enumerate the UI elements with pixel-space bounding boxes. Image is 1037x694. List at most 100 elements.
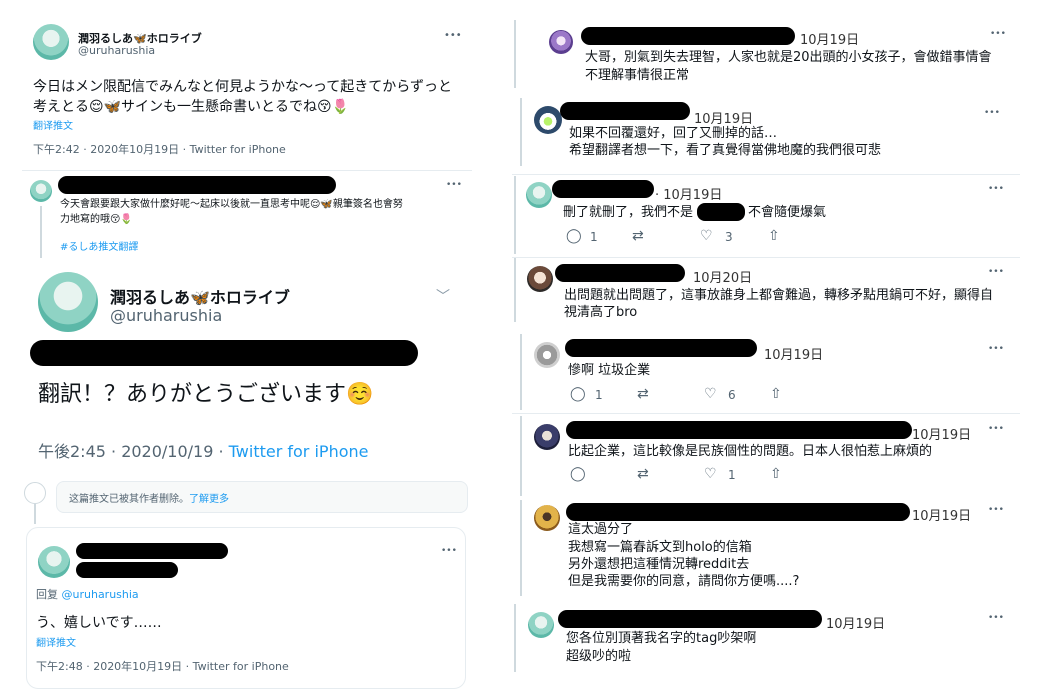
avatar[interactable] [534,424,560,450]
reply-count: 1 [590,230,598,244]
comment-date[interactable]: 10月19日 [912,505,971,524]
more-options-icon[interactable]: ••• [988,424,1004,434]
like-icon[interactable]: ♡ [700,228,713,244]
comment-date[interactable]: 10月20日 [693,267,752,286]
thread-line [514,20,516,88]
retweet-icon[interactable]: ⇄ [637,466,649,482]
redacted-name [76,543,228,559]
comment-text: 您各位別頂著我名字的tag吵架啊 [566,631,757,646]
reply-count: 1 [595,388,603,402]
redacted-name [555,264,685,282]
avatar[interactable] [549,30,573,54]
avatar[interactable] [528,612,554,638]
thread-line [514,258,516,322]
redacted-name [58,176,336,194]
like-count: 6 [728,388,736,402]
deleted-notice-text: 这篇推文已被其作者删除。 [69,494,189,505]
more-options-icon[interactable]: ••• [984,108,1000,118]
tweet-time: 午後2:45 · 2020/10/19 · [38,442,229,461]
divider [512,257,1020,258]
like-icon[interactable]: ♡ [704,386,717,402]
redacted-name [565,339,757,357]
avatar[interactable] [534,342,560,368]
chevron-down-icon[interactable]: ﹀ [436,286,450,306]
comment-date[interactable]: 10月19日 [800,29,859,48]
divider [22,170,472,171]
hashtag-link[interactable]: #るしあ推文翻譯 [60,238,138,253]
reply-icon[interactable]: ◯ [570,466,586,482]
display-name[interactable]: 潤羽るしあ🦋ホロライブ [110,284,290,308]
comment-date[interactable]: 10月19日 [764,344,823,363]
thread-line [520,416,522,496]
mention-link[interactable]: @uruharushia [62,588,139,601]
like-count: 1 [728,468,736,482]
retweet-icon[interactable]: ⇄ [637,386,649,402]
more-options-icon[interactable]: ••• [988,184,1004,194]
more-options-icon[interactable]: ••• [988,267,1004,277]
more-options-icon[interactable]: ••• [444,30,462,41]
comment-text: 我想寫一篇春訴文到holo的信箱 [568,540,752,555]
reply-icon[interactable]: ◯ [570,386,586,402]
thread-line [514,176,516,254]
comment-date[interactable]: · 10月19日 [655,184,722,203]
comment-text: 這太過分了 [568,522,634,537]
redacted-handle [76,562,178,578]
share-icon[interactable]: ⇧ [768,228,780,244]
redacted-name [560,102,690,120]
avatar[interactable] [527,266,553,292]
comment-text: 刪了就刪了，我們不是 [563,205,694,220]
retweet-icon[interactable]: ⇄ [632,228,644,244]
avatar[interactable] [534,505,560,531]
avatar[interactable] [38,272,98,332]
comment-text: 另外還想把這種情況轉reddit去 [568,557,750,572]
redacted-name [566,503,910,521]
reply-to: 回复 @uruharushia [36,588,139,601]
redacted-name [552,180,654,198]
redacted-name [558,610,822,628]
redacted-word [697,203,745,221]
more-options-icon[interactable]: ••• [988,505,1004,515]
handle[interactable]: @uruharushia [110,306,222,325]
like-icon[interactable]: ♡ [704,466,717,482]
comment-text: 不理解事情很正常 [585,68,690,83]
reply-icon[interactable]: ◯ [566,228,582,244]
translate-link[interactable]: 翻译推文 [33,117,73,132]
thread-line [520,98,522,166]
more-options-icon[interactable]: ••• [988,613,1004,623]
more-options-icon[interactable]: ••• [441,546,457,556]
avatar[interactable] [30,180,52,202]
tweet-text: 力地寫的哦😚🌷 [60,214,133,225]
redacted-name [581,27,795,45]
deleted-notice: 这篇推文已被其作者删除。了解更多 [56,481,468,513]
comment-text: 希望翻譯者想一下，看了真覺得當佛地魔的我們很可悲 [569,143,882,158]
comment-text: 如果不回覆還好，回了又刪掉的話… [569,126,778,141]
avatar[interactable] [33,24,69,60]
more-options-icon[interactable]: ••• [446,180,462,190]
comment-text: 但是我需要你的同意，請問你方便嗎....? [568,574,800,589]
avatar[interactable] [526,182,552,208]
avatar[interactable] [38,546,70,578]
comment-date[interactable]: 10月19日 [912,424,971,443]
tweet-text: 今日はメン限配信でみんなと何見ようかな～って起きてからずっと [33,79,453,95]
comment-text: 比起企業，這比較像是民族個性的問題。日本人很怕惹上麻煩的 [568,444,933,459]
redacted-name [566,421,912,439]
thread-line [40,206,42,258]
tweet-text: う、嬉しいです…… [36,615,162,631]
share-icon[interactable]: ⇧ [770,466,782,482]
tweet-meta: 午後2:45 · 2020/10/19 · Twitter for iPhone [38,438,368,462]
reply-text: 翻訳！？ありがとうございます☺️ [38,382,374,407]
source-link[interactable]: Twitter for iPhone [229,442,369,461]
share-icon[interactable]: ⇧ [770,386,782,402]
learn-more-link[interactable]: 了解更多 [189,494,229,505]
comment-date[interactable]: 10月19日 [826,613,885,632]
handle[interactable]: @uruharushia [78,44,155,57]
more-options-icon[interactable]: ••• [990,29,1006,39]
divider [512,413,1020,414]
thread-line [34,504,36,524]
thread-line [514,604,516,672]
avatar[interactable] [534,106,562,134]
translate-link[interactable]: 翻译推文 [36,634,76,649]
more-options-icon[interactable]: ••• [988,344,1004,354]
comment-text: 大哥，別氣到失去理智，人家也就是20出頭的小女孩子，會做錯事情會 [585,50,992,65]
comment-text: 慘啊 垃圾企業 [568,363,651,378]
